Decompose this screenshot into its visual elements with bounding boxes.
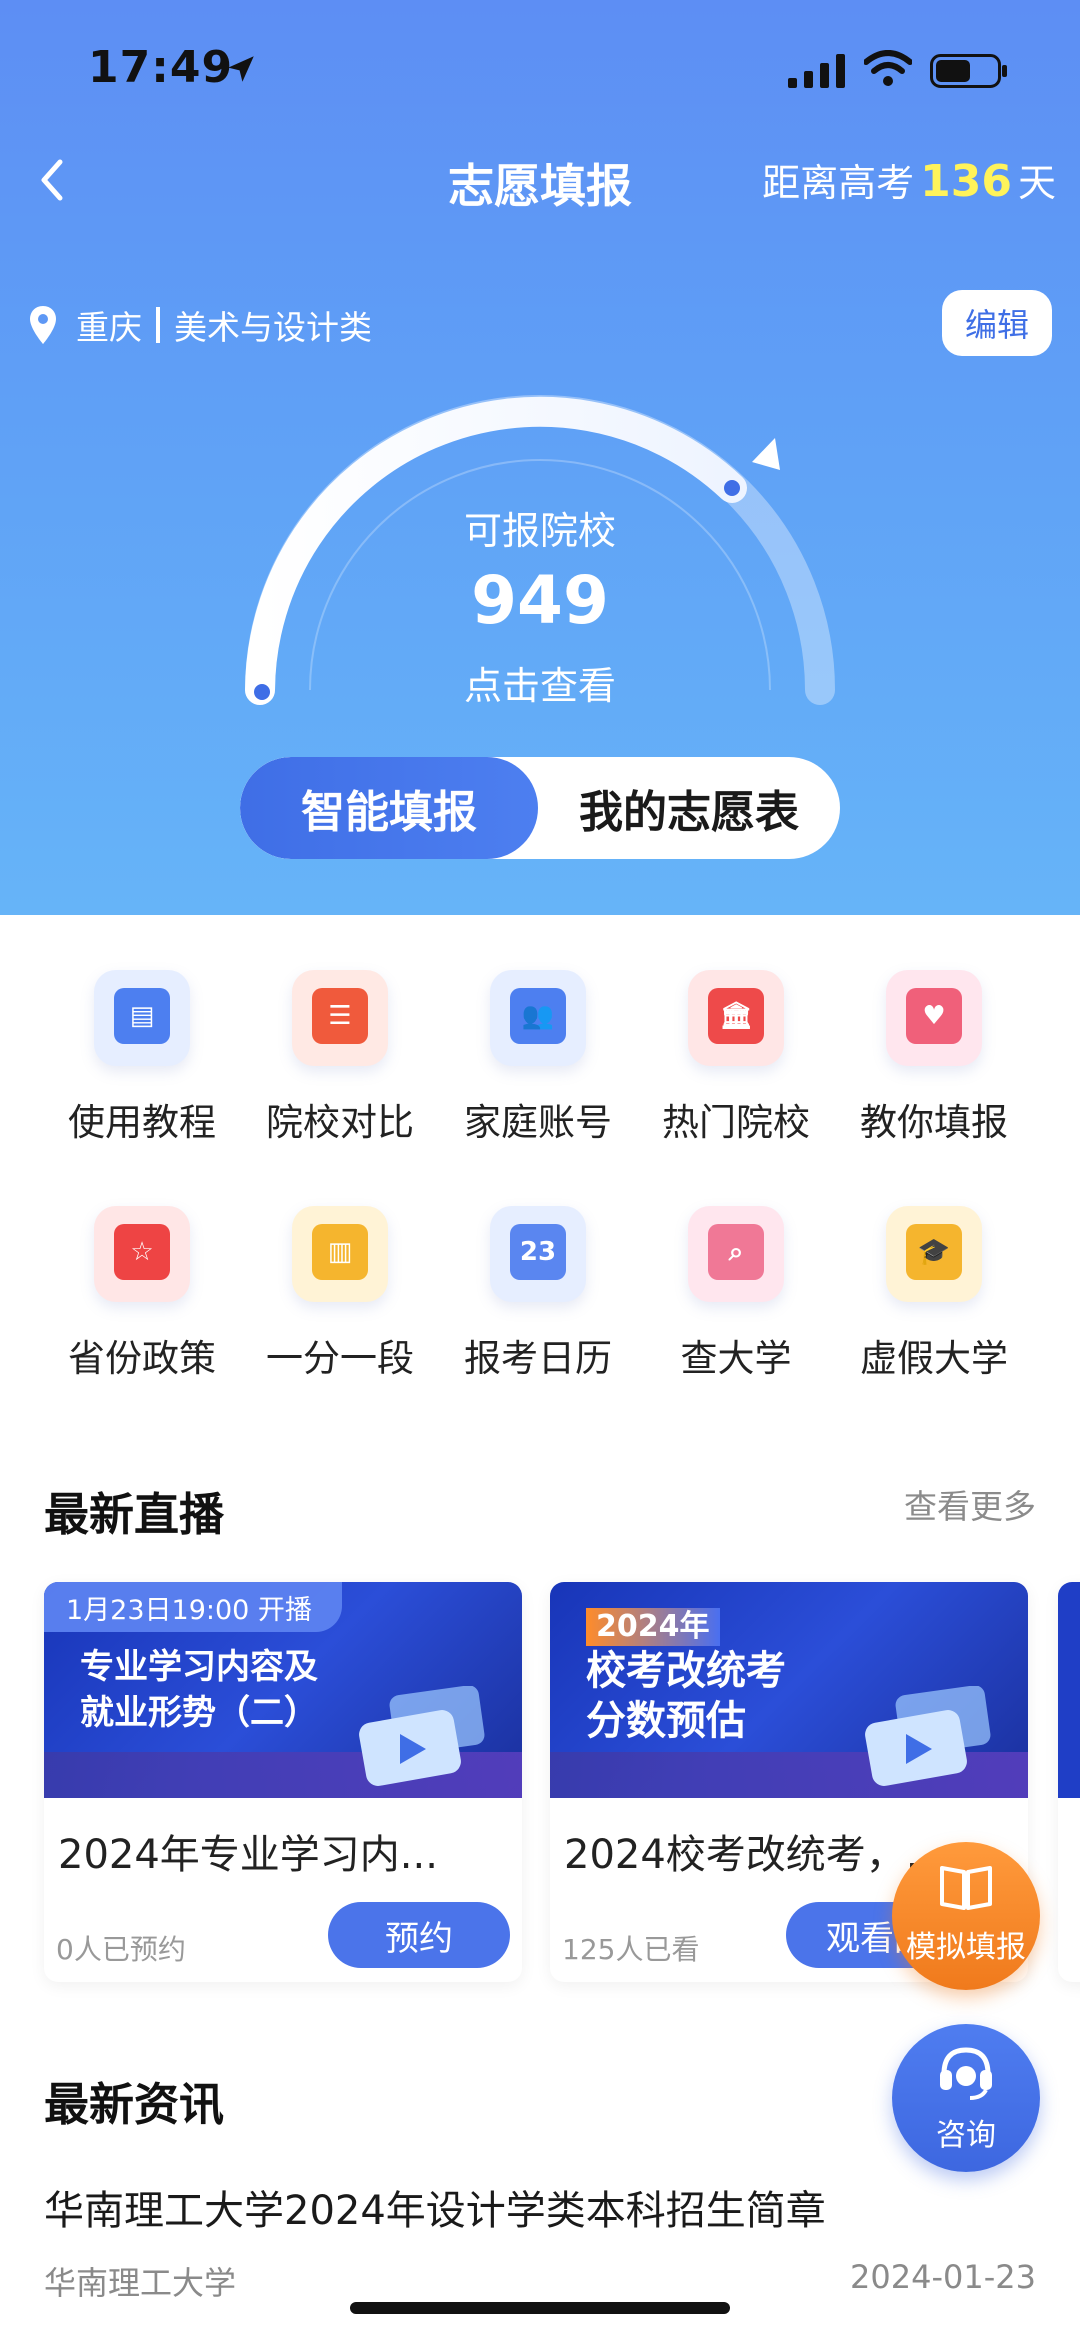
countdown-prefix: 距离高考 [762,161,915,205]
simulate-fill-button[interactable]: 模拟填报 [892,1842,1040,1990]
tool-university[interactable]: 🏛 热门院校 [636,960,836,1160]
search-university-icon: ⌕ [708,1224,764,1280]
exam-countdown: 距离高考 136 天 [762,152,1056,207]
university-icon: 🏛 [708,988,764,1044]
live-title: 2024校考改统考，... [564,1832,944,1878]
live-section-title: 最新直播 [44,1488,225,1541]
live-title: 2024年专业学习内... [58,1832,438,1878]
tool-calendar[interactable]: 23 报考日历 [438,1196,638,1396]
play-icon [359,1686,485,1786]
score-map-icon: ▥ [312,1224,368,1280]
heart-card-icon: ♥ [906,988,962,1044]
profile-row: 重庆 美术与设计类 [28,300,372,350]
play-icon [865,1686,991,1786]
status-time: 17:49 [88,42,234,93]
see-more-link[interactable]: 查看更多 [904,1480,1036,1528]
cellular-signal-icon [788,54,845,88]
tool-policy[interactable]: ☆ 省份政策 [42,1196,242,1396]
tool-compare[interactable]: ☰ 院校对比 [240,960,440,1160]
consult-label: 咨询 [936,2118,996,2153]
smart-fill-tab[interactable]: 智能填报 [240,757,538,859]
calendar-icon: 23 [510,1224,566,1280]
cover-line: 专业学习内容及 [80,1647,318,1687]
tool-label: 家庭账号 [464,1101,612,1144]
open-book-icon [940,1866,992,1910]
hero-header: 17:49 志愿填报 距离高考 136 天 重庆 美术与设计类 编辑 可报院校 … [0,0,1080,915]
live-time-badge: 1月23日19:00 开播 [44,1582,342,1632]
live-cover [1058,1582,1080,1798]
tool-label: 教你填报 [860,1101,1008,1144]
edit-button[interactable]: 编辑 [942,290,1052,356]
countdown-days: 136 [920,156,1012,207]
countdown-suffix: 天 [1017,161,1056,205]
live-cover: 专业学习内容及 就业形势（二） 1月23日19:00 开播 [44,1582,522,1798]
cover-year: 2024年 [586,1608,720,1646]
book-icon: ▤ [114,988,170,1044]
tool-family[interactable]: 👥 家庭账号 [438,960,638,1160]
gauge-action[interactable]: 点击查看 [0,655,1080,710]
cover-line: 校考改统考 [586,1648,786,1694]
news-item-date: 2024-01-23 [850,2258,1036,2296]
my-volunteer-table-tab[interactable]: 我的志愿表 [538,757,840,859]
location-pin-icon [30,306,56,344]
location-arrow-icon [228,56,254,82]
news-section-title: 最新资讯 [44,2078,225,2131]
news-item-source: 华南理工大学 [44,2264,237,2302]
live-card-peek[interactable] [1058,1582,1080,1982]
tool-label: 一分一段 [266,1337,414,1380]
headset-icon [940,2047,992,2100]
tool-score-map[interactable]: ▥ 一分一段 [240,1196,440,1396]
category-label: 美术与设计类 [174,308,372,347]
tool-label: 热门院校 [662,1101,810,1144]
divider [156,307,160,343]
live-card[interactable]: 专业学习内容及 就业形势（二） 1月23日19:00 开播 2024年专业学习内… [44,1582,522,1982]
live-cover: 2024年 校考改统考 分数预估 [550,1582,1028,1798]
tool-label: 使用教程 [68,1101,216,1144]
live-meta: 0人已预约 [56,1933,186,1966]
tool-search-university[interactable]: ⌕ 查大学 [636,1196,836,1396]
wifi-icon [864,50,912,86]
tool-label: 省份政策 [68,1337,216,1380]
home-indicator[interactable] [350,2302,730,2314]
mode-toggle: 智能填报 我的志愿表 [240,757,840,859]
reserve-button[interactable]: 预约 [328,1902,510,1968]
policy-icon: ☆ [114,1224,170,1280]
family-icon: 👥 [510,988,566,1044]
tool-label: 查大学 [680,1337,792,1380]
gauge-title: 可报院校 [463,509,616,553]
graduation-cap-icon: 🎓 [906,1224,962,1280]
cover-line: 分数预估 [586,1698,746,1744]
tool-label: 报考日历 [464,1337,612,1380]
news-item-title[interactable]: 华南理工大学2024年设计学类本科招生简章 [44,2178,826,2236]
tool-graduation-cap[interactable]: 🎓 虚假大学 [834,1196,1034,1396]
battery-icon [930,54,1007,88]
status-bar: 17:49 [0,0,1080,140]
tool-label: 院校对比 [266,1101,414,1144]
live-meta: 125人已看 [562,1933,700,1966]
tool-heart-card[interactable]: ♥ 教你填报 [834,960,1034,1160]
tool-label: 虚假大学 [860,1337,1008,1380]
compare-icon: ☰ [312,988,368,1044]
consult-button[interactable]: 咨询 [892,2024,1040,2172]
gauge-value[interactable]: 949 [0,562,1080,639]
cover-line: 就业形势（二） [80,1693,318,1733]
province-label: 重庆 [76,308,142,347]
simulate-fill-label: 模拟填报 [906,1930,1026,1965]
tool-book[interactable]: ▤ 使用教程 [42,960,242,1160]
